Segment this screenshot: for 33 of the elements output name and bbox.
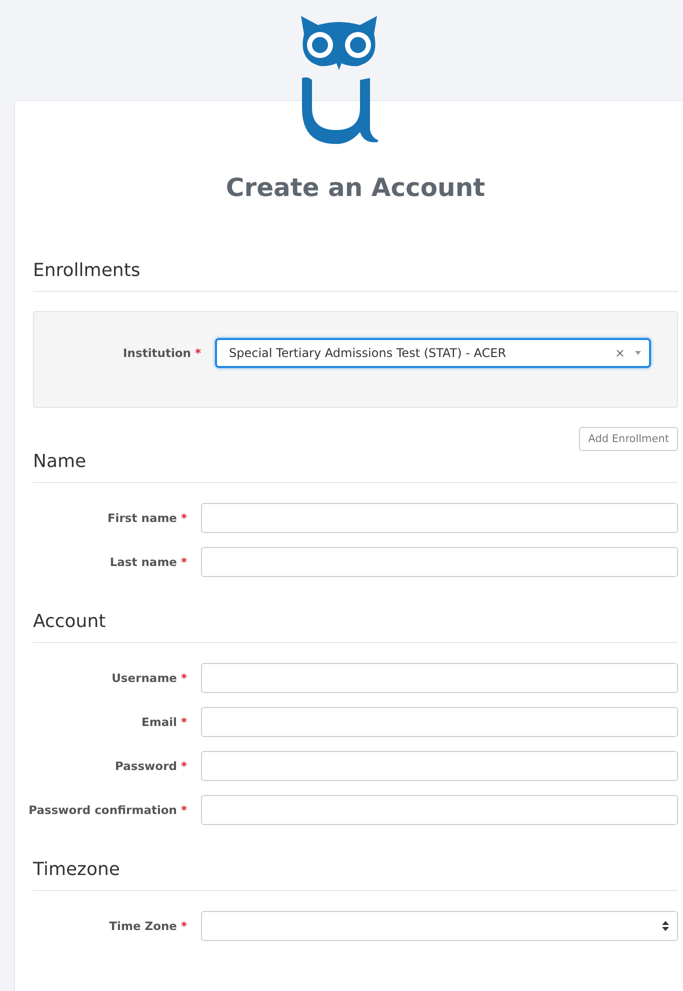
required-mark: * <box>180 511 187 525</box>
input-field[interactable] <box>201 663 678 693</box>
field-label: Username <box>112 671 177 685</box>
sort-icon <box>662 921 669 931</box>
input-field[interactable] <box>201 503 678 533</box>
page-title: Create an Account <box>224 173 486 202</box>
input-field[interactable] <box>201 547 678 577</box>
input-field[interactable] <box>201 707 678 737</box>
institution-select[interactable]: Special Tertiary Admissions Test (STAT) - ACER × <box>215 338 651 368</box>
select-field[interactable] <box>201 911 678 941</box>
caret-icon <box>635 350 641 354</box>
required-mark: * <box>194 346 201 360</box>
input-field[interactable] <box>201 751 678 781</box>
required-mark: * <box>180 715 187 729</box>
section-heading: Timezone <box>33 859 678 891</box>
field-label: Password confirmation <box>28 803 177 817</box>
section-heading: Name <box>33 451 678 483</box>
section-heading: Enrollments <box>33 260 678 292</box>
field-label: Last name <box>110 555 177 569</box>
field-label: Email <box>142 715 177 729</box>
field-label: First name <box>107 511 177 525</box>
field-label: Institution <box>123 346 191 360</box>
clear-button[interactable]: × <box>614 346 625 360</box>
required-mark: * <box>180 555 187 569</box>
field-label: Password <box>114 759 177 773</box>
input-field[interactable] <box>201 795 678 825</box>
field-label: Time Zone <box>109 919 177 933</box>
required-mark: * <box>180 759 187 773</box>
add-enrollment-button[interactable]: Add Enrollment <box>579 427 678 451</box>
section-heading: Account <box>33 611 678 643</box>
required-mark: * <box>180 919 187 933</box>
required-mark: * <box>180 671 187 685</box>
required-mark: * <box>180 803 187 817</box>
